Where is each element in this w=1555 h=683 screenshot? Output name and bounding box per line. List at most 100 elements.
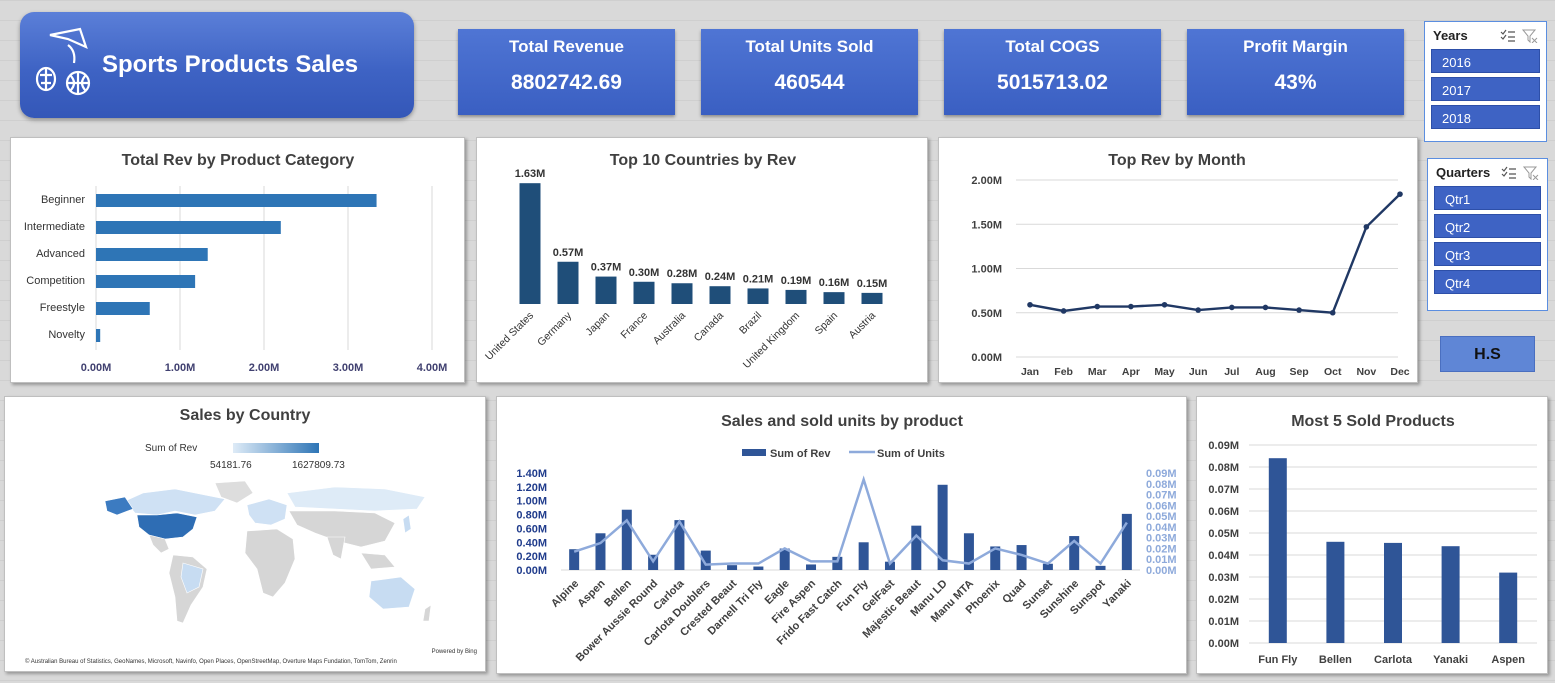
category-label: Yanaki — [1101, 578, 1134, 611]
y-tick-label: 0.09M — [1208, 440, 1239, 452]
data-point — [1363, 224, 1370, 230]
x-tick-label: Nov — [1356, 366, 1376, 378]
slicer-item-qtr1[interactable]: Qtr1 — [1434, 186, 1541, 210]
slicer-item-2016[interactable]: 2016 — [1431, 49, 1540, 73]
x-tick-label: 2.00M — [249, 362, 280, 374]
bar — [709, 286, 731, 304]
y2-tick-label: 0.08M — [1146, 479, 1177, 491]
map-legend-max: 1627809.73 — [292, 460, 345, 471]
data-label: 0.19M — [781, 275, 812, 287]
legend-swatch-rev — [742, 449, 766, 456]
y-tick-label: 0.04M — [1208, 550, 1239, 562]
slicer-item-qtr4[interactable]: Qtr4 — [1434, 270, 1541, 294]
y-tick-label: 1.20M — [516, 482, 547, 494]
data-label: 0.15M — [857, 278, 888, 290]
category-label: Spain — [813, 310, 841, 338]
map-region-russia — [286, 486, 426, 512]
slicer-item-2018[interactable]: 2018 — [1431, 105, 1540, 129]
category-label: Carlota — [1374, 654, 1413, 666]
x-tick-label: Aug — [1255, 366, 1275, 378]
y-tick-label: 0.07M — [1208, 484, 1239, 496]
category-label: Australia — [651, 310, 688, 347]
bar — [806, 564, 817, 570]
bar — [1326, 541, 1345, 643]
y-tick-label: 1.00M — [971, 264, 1002, 276]
y2-tick-label: 0.04M — [1146, 522, 1177, 534]
chart-top-countries[interactable]: Top 10 Countries by Rev 1.63M United State… — [476, 137, 928, 383]
x-tick-label: Jul — [1224, 366, 1239, 378]
chart-top5-sold[interactable]: Most 5 Sold Products 0.00M 0.01M 0.02M 0.03M… — [1196, 396, 1548, 674]
y2-tick-label: 0.09M — [1146, 468, 1177, 480]
category-label: Intermediate — [24, 221, 85, 233]
y-tick-label: 0.20M — [516, 551, 547, 563]
bar — [1384, 542, 1402, 643]
clear-filter-icon[interactable] — [1523, 166, 1539, 180]
sports-balls-icon — [35, 27, 91, 96]
x-tick-label: Dec — [1390, 366, 1409, 378]
chart-rev-by-category[interactable]: Total Rev by Product Category 0.00M 1.00M 2… — [10, 137, 465, 383]
y2-tick-label: 0.06M — [1146, 500, 1177, 512]
y2-tick-label: 0.07M — [1146, 490, 1177, 502]
bar — [753, 566, 764, 570]
bar — [96, 248, 208, 261]
y2-tick-label: 0.00M — [1146, 565, 1177, 577]
category-label: Japan — [583, 310, 612, 339]
y-tick-label: 0.08M — [1208, 462, 1239, 474]
y-tick-label: 0.00M — [1208, 638, 1239, 650]
map-attribution: © Australian Bureau of Statistics, GeoNa… — [25, 659, 397, 665]
y-tick-label: 0.00M — [971, 352, 1002, 364]
bar — [96, 329, 101, 342]
title-card: Sports Products Sales — [20, 12, 414, 118]
bar — [595, 276, 617, 304]
dashboard-title: Sports Products Sales — [102, 51, 359, 78]
chart-top-countries-svg: Top 10 Countries by Rev 1.63M United State… — [483, 152, 888, 371]
map-powered-by: Powered by Bing — [431, 649, 477, 655]
category-label: Bellen — [1319, 654, 1352, 666]
y-tick-label: 1.50M — [971, 219, 1002, 231]
author-badge[interactable]: H.S — [1440, 336, 1535, 372]
kpi-profit-margin: Profit Margin 43% — [1187, 29, 1404, 115]
slicer-item-qtr3[interactable]: Qtr3 — [1434, 242, 1541, 266]
category-label: Alpine — [549, 578, 581, 610]
multi-select-icon[interactable] — [1501, 166, 1517, 180]
bar — [633, 281, 655, 304]
y-tick-label: 0.40M — [516, 537, 547, 549]
data-point — [1229, 304, 1235, 311]
world-map — [104, 480, 432, 624]
y-tick-label: 0.60M — [516, 523, 547, 535]
data-label: 0.16M — [819, 277, 850, 289]
chart-rev-by-category-svg: Total Rev by Product Category 0.00M 1.00M 2… — [24, 152, 447, 374]
y-tick-label: 1.40M — [516, 468, 547, 480]
kpi-label: Total COGS — [1005, 37, 1100, 56]
kpi-value: 8802742.69 — [511, 71, 622, 94]
map-sales-by-country[interactable]: Sales by Country Sum of Rev 54181.76 162… — [4, 396, 486, 672]
category-label: Competition — [26, 275, 85, 287]
multi-select-icon[interactable] — [1500, 29, 1516, 43]
kpi-label: Total Units Sold — [745, 37, 874, 56]
bar — [823, 292, 845, 304]
slicer-item-2017[interactable]: 2017 — [1431, 77, 1540, 101]
x-tick-label: May — [1154, 366, 1175, 378]
data-label: 1.63M — [515, 168, 546, 180]
bar — [96, 302, 150, 315]
category-label: Beginner — [41, 194, 85, 206]
data-point — [1027, 301, 1033, 308]
chart-rev-by-month[interactable]: Top Rev by Month 0.00M 0.50M 1.00M 1.50M 2.00… — [938, 137, 1418, 383]
kpi-total-units-sold: Total Units Sold 460544 — [701, 29, 918, 115]
category-label: Aspen — [1491, 654, 1525, 666]
x-tick-label: Sep — [1289, 366, 1308, 378]
years-slicer-label: Years — [1433, 28, 1468, 43]
chart-sales-units-by-product[interactable]: Sales and sold units by product Sum of Re… — [496, 396, 1187, 674]
y-tick-label: 2.00M — [971, 175, 1002, 187]
bar — [96, 194, 377, 207]
x-tick-label: 1.00M — [165, 362, 196, 374]
data-label: 0.30M — [629, 267, 660, 279]
data-label: 0.37M — [591, 262, 622, 274]
category-label: Novelty — [48, 329, 85, 341]
clear-filter-icon[interactable] — [1522, 29, 1538, 43]
slicer-item-qtr2[interactable]: Qtr2 — [1434, 214, 1541, 238]
bar — [1441, 546, 1460, 643]
y-tick-label: 1.00M — [516, 496, 547, 508]
x-tick-label: Jan — [1021, 366, 1039, 378]
data-label: 0.21M — [743, 273, 774, 285]
